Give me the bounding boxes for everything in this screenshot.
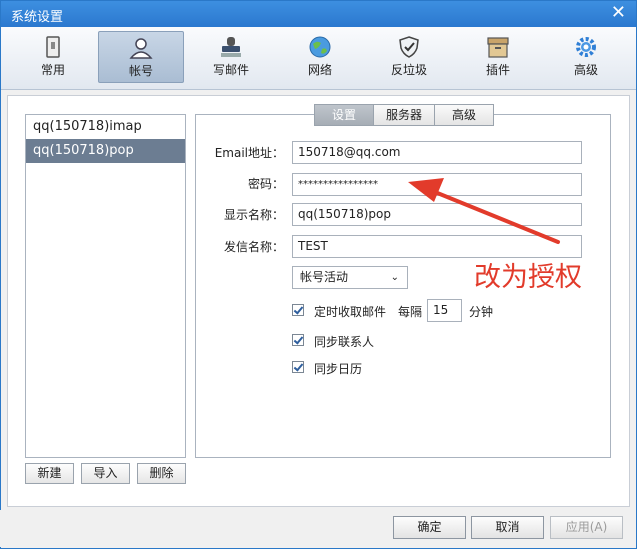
email-label: Email地址： [214, 146, 284, 160]
select-value: 帐号活动 [300, 270, 349, 284]
toolbar-item-network[interactable]: 网络 [277, 31, 363, 83]
shield-icon [399, 36, 419, 58]
chevron-down-icon: ⌄ [390, 272, 399, 283]
category-toolbar: 常用 帐号 写邮件 网络 反垃圾 插件 高级 [1, 27, 636, 90]
toolbar-label: 反垃圾 [390, 63, 427, 77]
list-item[interactable]: qq(150718)imap [26, 115, 185, 139]
toolbar-label: 写邮件 [212, 63, 249, 77]
ok-button[interactable]: 确定 [393, 516, 466, 539]
email-field[interactable]: 150718@qq.com [292, 141, 582, 164]
sync-contacts-label: 同步联系人 [314, 335, 375, 349]
interval-unit: 分钟 [469, 305, 494, 319]
dialog-footer: 确定 取消 应用(A) [0, 510, 635, 547]
toolbar-label: 高级 [573, 63, 598, 77]
toolbar-item-advanced[interactable]: 高级 [543, 31, 629, 83]
title-bar: 系统设置 ✕ [1, 1, 636, 27]
toolbar-item-antispam[interactable]: 反垃圾 [366, 31, 452, 83]
delete-button[interactable]: 删除 [137, 463, 186, 484]
sync-contacts-checkbox[interactable] [292, 334, 304, 346]
sync-calendar-label: 同步日历 [314, 362, 363, 376]
account-status-select[interactable]: 帐号活动 ⌄ [292, 266, 408, 289]
toolbar-item-plugins[interactable]: 插件 [455, 31, 541, 83]
display-name-label: 显示名称： [223, 208, 284, 222]
toolbar-label: 常用 [40, 63, 65, 77]
tab-server[interactable]: 服务器 [373, 104, 435, 126]
sync-calendar-checkbox[interactable] [292, 361, 304, 373]
toolbar-label: 帐号 [128, 64, 153, 78]
sender-name-label: 发信名称： [223, 240, 284, 254]
tab-advanced[interactable]: 高级 [434, 104, 494, 126]
apply-button[interactable]: 应用(A) [550, 516, 623, 539]
interval-prefix: 每隔 [398, 305, 423, 319]
close-icon[interactable]: ✕ [611, 4, 626, 22]
toolbar-label: 网络 [307, 63, 332, 77]
timed-check-checkbox[interactable] [292, 304, 304, 316]
import-button[interactable]: 导入 [81, 463, 130, 484]
list-item[interactable]: qq(150718)pop [26, 139, 185, 163]
cancel-button[interactable]: 取消 [471, 516, 544, 539]
account-list[interactable]: qq(150718)imap qq(150718)pop [25, 114, 186, 458]
phone-device-icon [46, 36, 60, 58]
toolbar-item-accounts[interactable]: 帐号 [98, 31, 184, 83]
new-account-button[interactable]: 新建 [25, 463, 74, 484]
toolbar-item-general[interactable]: 常用 [10, 31, 96, 83]
toolbar-item-compose[interactable]: 写邮件 [188, 31, 274, 83]
gear-icon [576, 37, 596, 57]
annotation-arrow-icon [408, 178, 560, 244]
interval-input[interactable]: 15 [427, 299, 462, 322]
tab-settings[interactable]: 设置 [314, 104, 374, 126]
password-label: 密码： [247, 177, 284, 191]
toolbar-label: 插件 [485, 63, 510, 77]
user-icon [129, 38, 153, 59]
stamp-icon [221, 37, 241, 57]
timed-check-label: 定时收取邮件 [314, 305, 387, 319]
box-icon [487, 37, 509, 58]
globe-icon [309, 36, 331, 58]
annotation-text: 改为授权 [474, 262, 582, 293]
window-title: 系统设置 [11, 10, 64, 25]
